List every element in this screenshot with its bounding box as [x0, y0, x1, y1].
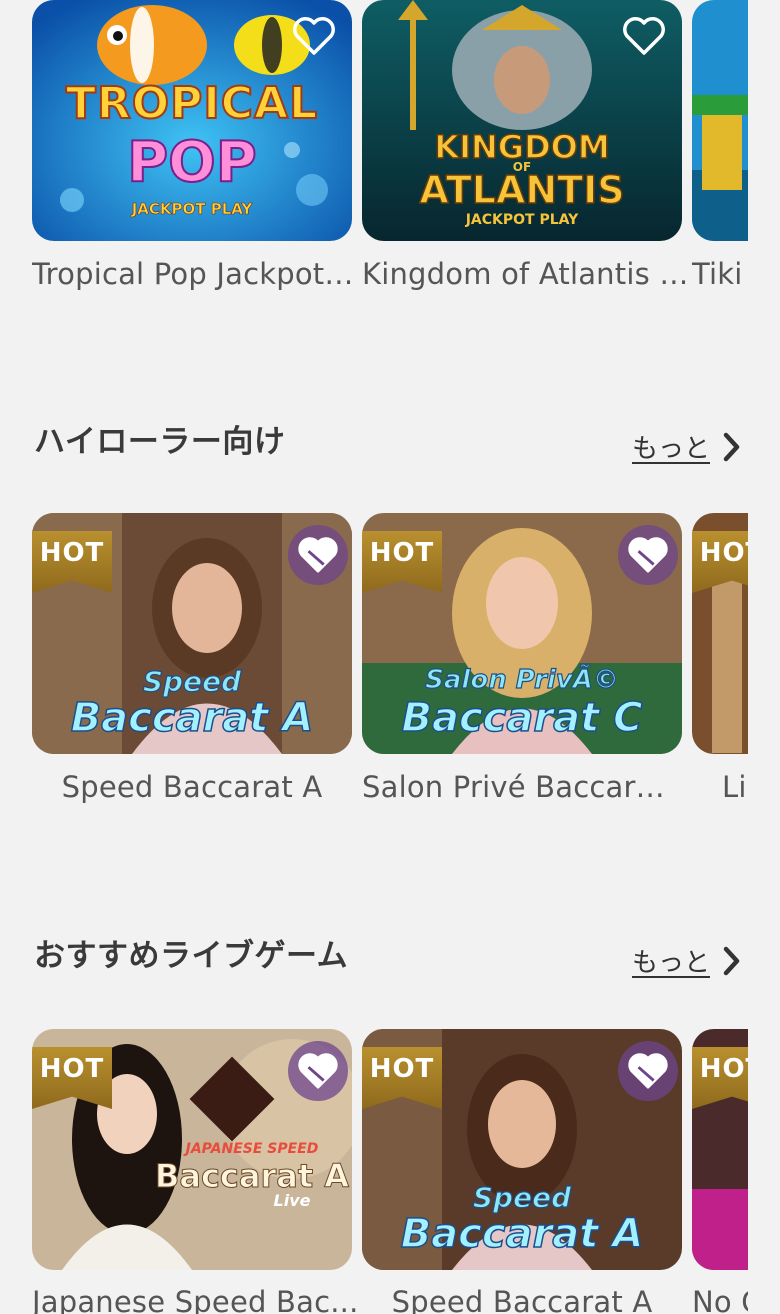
game-title[interactable]: Kingdom of Atlantis J...	[362, 256, 692, 292]
game-card[interactable]: JAPANESE SPEED Baccarat A Live HOT Japan…	[32, 1029, 358, 1314]
heart-icon	[628, 537, 668, 573]
recommended-live-carousel[interactable]: JAPANESE SPEED Baccarat A Live HOT Japan…	[0, 1029, 748, 1314]
game-logo-line2: Baccarat A	[154, 1157, 350, 1196]
favorite-button[interactable]	[288, 1041, 348, 1101]
game-card[interactable]: Tiki	[692, 0, 748, 291]
section-title-recommended-live: おすすめライブゲーム	[34, 938, 349, 974]
slots-carousel[interactable]: TROPICAL POP JACKPOT PLAY Tropical Pop J…	[0, 0, 748, 320]
game-logo-line3: ATLANTIS	[419, 167, 626, 213]
game-logo-line3: JACKPOT PLAY	[131, 200, 253, 219]
heart-outline-icon[interactable]	[622, 16, 666, 56]
game-card[interactable]: KINGDOM OF ATLANTIS JACKPOT PLAY Kingdom…	[362, 0, 692, 291]
favorite-button[interactable]	[618, 1041, 678, 1101]
favorite-button[interactable]	[288, 525, 348, 585]
game-thumbnail[interactable]: TROPICAL POP JACKPOT PLAY	[32, 0, 352, 241]
game-logo-line2: Baccarat C	[401, 694, 644, 742]
game-card[interactable]: HOT Lig	[692, 513, 748, 804]
tiki-art	[692, 0, 748, 241]
game-thumbnail[interactable]	[692, 0, 748, 241]
game-thumbnail[interactable]: KINGDOM OF ATLANTIS JACKPOT PLAY	[362, 0, 682, 241]
game-logo-line4: JACKPOT PLAY	[465, 212, 579, 228]
game-card[interactable]: Speed Baccarat A HOT Speed Baccarat A	[32, 513, 352, 804]
game-logo-line1: JAPANESE SPEED	[185, 1141, 319, 1157]
game-title[interactable]: Tropical Pop Jackpot ...	[32, 256, 362, 292]
favorite-button[interactable]	[618, 525, 678, 585]
chevron-right-icon[interactable]	[722, 432, 740, 462]
heart-icon	[628, 1053, 668, 1089]
section-title-high-roller: ハイローラー向け	[34, 424, 286, 460]
game-logo-line2: Baccarat A	[400, 1210, 644, 1258]
game-title[interactable]: Lig	[722, 769, 748, 805]
heart-outline-icon[interactable]	[292, 16, 336, 56]
more-link-high-roller[interactable]: もっと	[632, 428, 740, 465]
chevron-right-icon[interactable]	[722, 946, 740, 976]
more-link-label[interactable]: もっと	[632, 428, 710, 465]
game-title[interactable]: Tiki	[692, 256, 748, 292]
game-thumbnail[interactable]: HOT	[692, 513, 748, 754]
game-logo-line2: Baccarat A	[70, 694, 314, 742]
high-roller-carousel[interactable]: Speed Baccarat A HOT Speed Baccarat A Sa…	[0, 513, 748, 833]
game-title[interactable]: Salon Privé Baccarat C	[362, 769, 682, 805]
heart-icon	[298, 537, 338, 573]
game-thumbnail[interactable]: Speed Baccarat A HOT	[32, 513, 352, 754]
game-logo-line1: Speed	[142, 664, 242, 698]
game-title[interactable]: Speed Baccarat A	[362, 1284, 682, 1314]
game-thumbnail[interactable]: JAPANESE SPEED Baccarat A Live HOT	[32, 1029, 352, 1270]
heart-icon	[298, 1053, 338, 1089]
more-link-recommended-live[interactable]: もっと	[632, 942, 740, 979]
game-title[interactable]: Japanese Speed Bac...	[32, 1284, 362, 1314]
game-card[interactable]: HOT No C	[692, 1029, 748, 1314]
game-card[interactable]: TROPICAL POP JACKPOT PLAY Tropical Pop J…	[32, 0, 362, 291]
game-card[interactable]: Salon PrivÃ© Baccarat C HOT Salon Privé …	[362, 513, 682, 804]
game-logo-line1: TROPICAL	[65, 77, 319, 130]
game-title[interactable]: No C	[692, 1284, 748, 1314]
game-logo-line2: POP	[126, 129, 258, 196]
game-thumbnail[interactable]: Salon PrivÃ© Baccarat C HOT	[362, 513, 682, 754]
game-thumbnail[interactable]: HOT	[692, 1029, 748, 1270]
more-link-label[interactable]: もっと	[632, 942, 710, 979]
game-thumbnail[interactable]: Speed Baccarat A HOT	[362, 1029, 682, 1270]
game-logo-line1: Salon PrivÃ©	[425, 664, 620, 695]
game-card[interactable]: Speed Baccarat A HOT Speed Baccarat A	[362, 1029, 682, 1314]
game-logo-line1: Speed	[472, 1180, 572, 1214]
game-logo-line3: Live	[273, 1191, 311, 1210]
game-title[interactable]: Speed Baccarat A	[32, 769, 352, 805]
